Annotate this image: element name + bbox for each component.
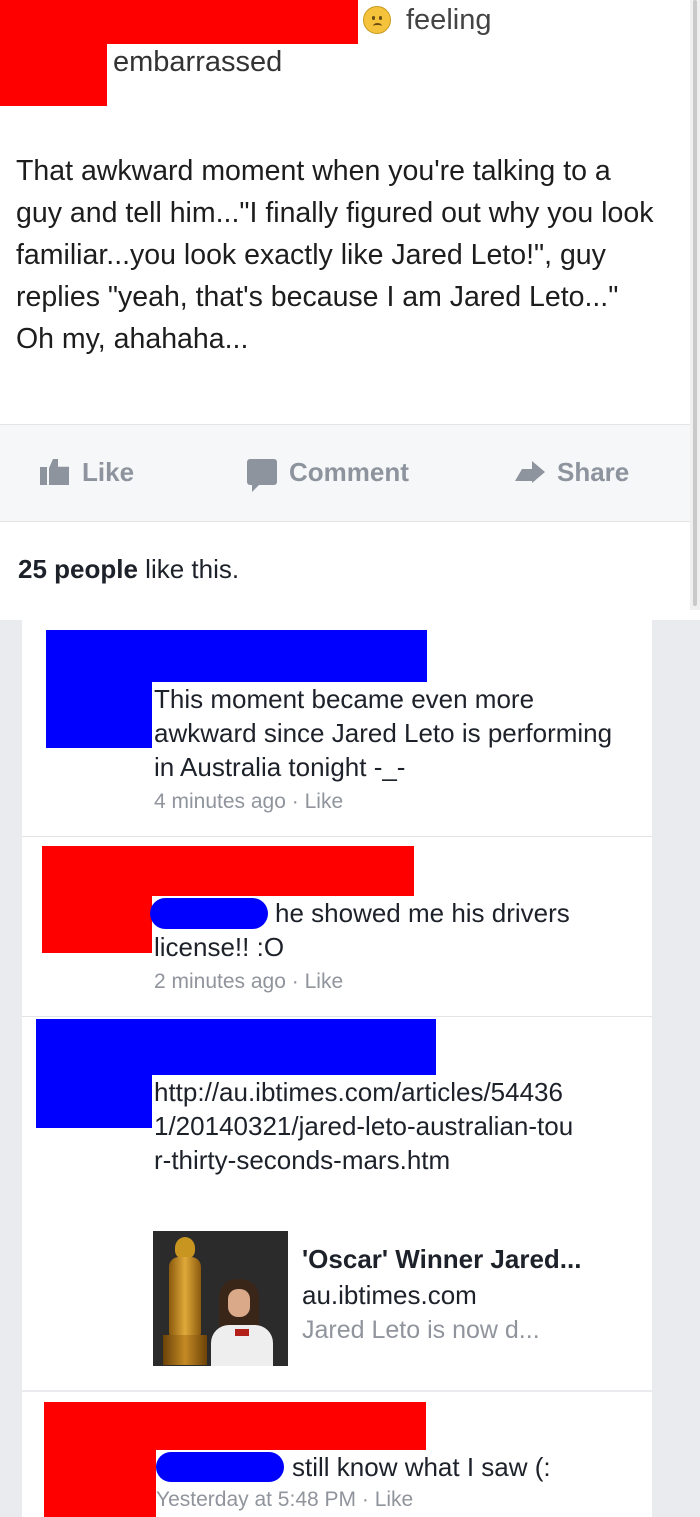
comment-timestamp[interactable]: 4 minutes ago: [154, 790, 286, 813]
like-label: Like: [82, 456, 135, 487]
comment-bubble-icon: [247, 459, 277, 492]
likes-summary[interactable]: 25 people like this.: [18, 554, 239, 585]
comment-divider: [22, 836, 652, 837]
scrollbar-thumb[interactable]: [693, 0, 697, 606]
thumbs-up-icon: [40, 459, 70, 485]
oscar-statue-image: [163, 1237, 207, 1365]
redacted-mention-tag[interactable]: [156, 1452, 284, 1482]
comment-meta: 4 minutes ago · Like: [154, 790, 343, 814]
share-arrow-icon: [515, 461, 545, 483]
share-button[interactable]: Share: [515, 455, 629, 489]
comment-text: still know what I saw (:: [292, 1452, 551, 1482]
share-label: Share: [557, 456, 630, 487]
post-action-bar: Like Comment Share: [0, 424, 690, 522]
redacted-commenter-name[interactable]: [46, 630, 427, 682]
redacted-commenter-avatar[interactable]: [42, 892, 152, 953]
redacted-commenter-name[interactable]: [44, 1402, 426, 1450]
comment-like-link[interactable]: Like: [375, 1488, 414, 1511]
comment-text: he showed me his drivers: [275, 898, 570, 928]
comment-timestamp[interactable]: Yesterday at 5:48 PM: [156, 1488, 356, 1511]
person-image: [211, 1279, 273, 1366]
redacted-mention-tag[interactable]: [150, 898, 268, 929]
redacted-commenter-name[interactable]: [36, 1019, 436, 1075]
redacted-commenter-avatar[interactable]: [46, 676, 152, 748]
redacted-commenter-avatar[interactable]: [36, 1070, 152, 1128]
meta-separator: ·: [361, 1488, 375, 1511]
meta-separator: ·: [291, 970, 305, 993]
link-preview-snippet: Jared Leto is now d...: [302, 1316, 540, 1344]
feeling-value[interactable]: embarrassed: [113, 46, 282, 79]
redacted-author-name: [0, 0, 358, 44]
like-button[interactable]: Like: [40, 455, 134, 489]
feeling-label: feeling: [406, 4, 492, 36]
meta-separator: ·: [291, 790, 305, 813]
comment-button[interactable]: Comment: [247, 455, 409, 492]
post-text: That awkward moment when you're talking …: [16, 155, 654, 355]
comment-label: Comment: [289, 456, 409, 487]
comment-timestamp[interactable]: 2 minutes ago: [154, 970, 286, 993]
comment-divider: [22, 1016, 652, 1017]
comment-like-link[interactable]: Like: [305, 970, 344, 993]
redacted-author-avatar[interactable]: [0, 40, 107, 106]
comment-meta: 2 minutes ago · Like: [154, 970, 343, 994]
comment-link[interactable]: http://au.ibtimes.com/articles/544361/20…: [154, 1075, 574, 1177]
redacted-commenter-avatar[interactable]: [44, 1446, 156, 1517]
likes-suffix: like this.: [137, 554, 240, 584]
comment-text-continued: license!! :O: [154, 932, 285, 962]
link-preview-domain: au.ibtimes.com: [302, 1280, 477, 1310]
likes-count[interactable]: 25 people: [18, 554, 138, 584]
sad-face-emoji-icon: [363, 6, 391, 34]
link-preview-title[interactable]: 'Oscar' Winner Jared...: [302, 1244, 581, 1275]
comment-meta: Yesterday at 5:48 PM · Like: [156, 1488, 413, 1512]
link-preview-thumbnail[interactable]: [153, 1231, 288, 1366]
comment-text: This moment became even more awkward sin…: [154, 684, 613, 782]
redacted-commenter-name[interactable]: [42, 846, 414, 896]
comment-like-link[interactable]: Like: [305, 790, 344, 813]
